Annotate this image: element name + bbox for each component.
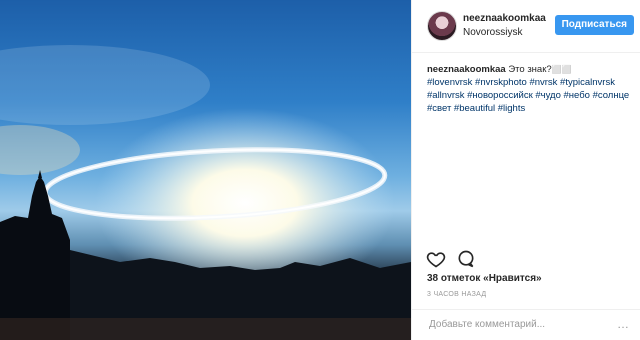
instagram-post: neeznaakoomkaa Novorossiysk Подписаться … [0,0,640,340]
post-photo[interactable] [0,0,411,340]
post-caption: neeznaakoomkaa Это знак?⬜⬜ #lovenvrsk #n… [427,63,632,115]
post-header: neeznaakoomkaa Novorossiysk Подписаться [412,0,640,53]
follow-button[interactable]: Подписаться [554,15,634,35]
likes-count[interactable]: 38 отметок «Нравится» [427,273,542,284]
avatar[interactable] [427,11,457,41]
heart-icon[interactable] [426,249,446,269]
caption-text: Это знак? [508,64,552,75]
username-link[interactable]: neeznaakoomkaa [463,13,546,24]
comment-input[interactable] [427,318,631,331]
caption-hashtags[interactable]: #lovenvrsk #nvrskphoto #nvrsk #typicalnv… [427,76,632,115]
caption-emoji: ⬜⬜ [551,65,572,74]
ellipsis-icon[interactable]: … [617,317,630,331]
comment-area: … [412,309,640,340]
caption-username[interactable]: neeznaakoomkaa [427,64,506,75]
post-timestamp[interactable]: 3 ЧАСОВ НАЗАД [427,291,486,298]
sky-halo-image [0,45,411,340]
action-bar [426,249,476,269]
speech-bubble-icon[interactable] [456,249,476,269]
location-link[interactable]: Novorossiysk [463,27,522,38]
post-sidebar: neeznaakoomkaa Novorossiysk Подписаться … [411,0,640,340]
